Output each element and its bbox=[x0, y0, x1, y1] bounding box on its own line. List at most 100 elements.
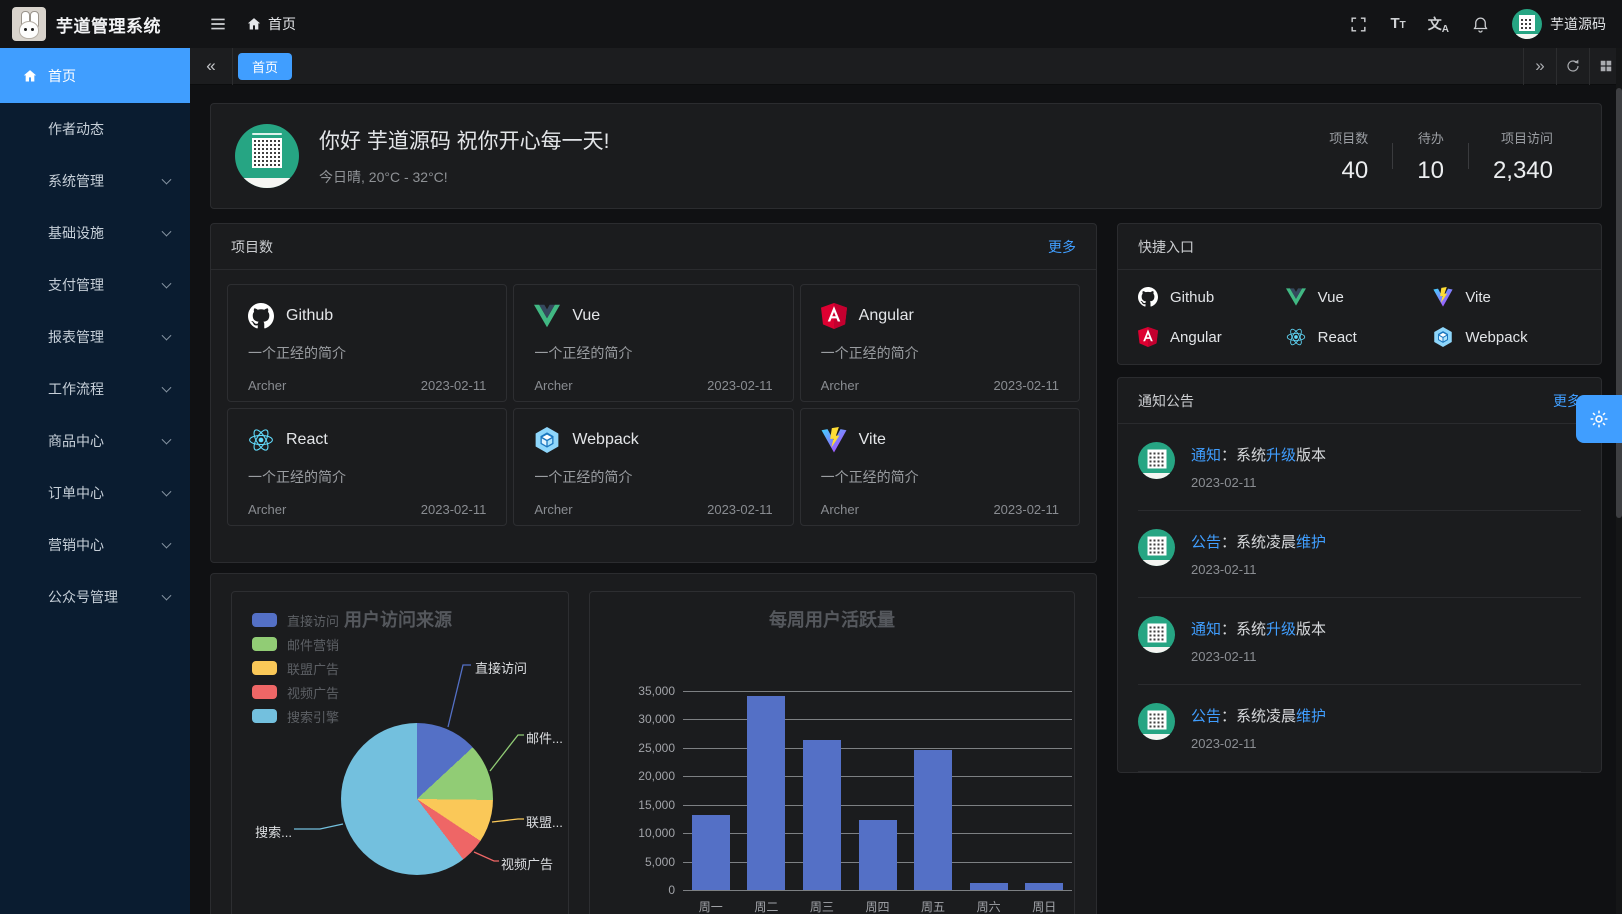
y-axis-tick: 20,000 bbox=[610, 769, 675, 783]
project-footer: Archer2023-02-11 bbox=[248, 502, 486, 517]
sidebar-item-2[interactable]: 作者动态 bbox=[0, 103, 190, 155]
project-author: Archer bbox=[821, 378, 859, 393]
tags-scroll-left-button[interactable]: « bbox=[190, 48, 233, 85]
project-author: Archer bbox=[248, 378, 286, 393]
notice-body: 通知：系统升级版本2023-02-11 bbox=[1191, 616, 1326, 664]
project-description: 一个正经的简介 bbox=[248, 467, 486, 487]
legend-label: 直接访问 bbox=[287, 611, 339, 630]
pie-chart-title: 用户访问来源 bbox=[344, 606, 452, 632]
bar-gridline bbox=[683, 748, 1072, 749]
pie-slice-label: 搜索... bbox=[244, 822, 292, 841]
chevron-down-icon bbox=[162, 487, 172, 497]
notice-item-2[interactable]: 公告：系统凌晨维护2023-02-11 bbox=[1138, 511, 1581, 598]
legend-item-4[interactable]: 视频广告 bbox=[252, 680, 339, 704]
project-card-webpack[interactable]: Webpack一个正经的简介Archer2023-02-11 bbox=[513, 408, 793, 526]
sidebar-item-10[interactable]: 营销中心 bbox=[0, 519, 190, 571]
stat-1: 项目数40 bbox=[1305, 128, 1392, 185]
x-axis-label: 周四 bbox=[865, 898, 889, 914]
sidebar-item-1[interactable]: 首页 bbox=[0, 48, 190, 103]
quick-link-react[interactable]: React bbox=[1286, 322, 1434, 352]
notice-item-3[interactable]: 通知：系统升级版本2023-02-11 bbox=[1138, 598, 1581, 685]
sidebar-item-6[interactable]: 报表管理 bbox=[0, 311, 190, 363]
legend-item-5[interactable]: 搜索引擎 bbox=[252, 704, 339, 728]
sidebar-item-8[interactable]: 商品中心 bbox=[0, 415, 190, 467]
sidebar-item-4[interactable]: 基础设施 bbox=[0, 207, 190, 259]
breadcrumb-item-home[interactable]: 首页 bbox=[268, 14, 296, 34]
pie-chart[interactable] bbox=[341, 723, 493, 875]
quick-link-webpack[interactable]: Webpack bbox=[1433, 322, 1581, 352]
quick-link-github[interactable]: Github bbox=[1138, 282, 1286, 312]
legend-label: 邮件营销 bbox=[287, 635, 339, 654]
notice-title: 公告：系统凌晨维护 bbox=[1191, 531, 1326, 552]
quick-link-label: Angular bbox=[1170, 329, 1222, 346]
pie-legend: 直接访问邮件营销联盟广告视频广告搜索引擎 bbox=[252, 608, 339, 728]
quick-link-vite[interactable]: Vite bbox=[1433, 282, 1581, 312]
github-icon bbox=[248, 303, 274, 329]
notice-title-segment: 升级 bbox=[1266, 621, 1296, 638]
sidebar-item-3[interactable]: 系统管理 bbox=[0, 155, 190, 207]
bar-周一[interactable] bbox=[692, 815, 730, 890]
notice-title: 通知：系统升级版本 bbox=[1191, 618, 1326, 639]
bar-周日[interactable] bbox=[1025, 883, 1063, 890]
project-name: Vue bbox=[572, 307, 600, 325]
project-author: Archer bbox=[534, 502, 572, 517]
projects-more-link[interactable]: 更多 bbox=[1048, 237, 1076, 257]
notice-date: 2023-02-11 bbox=[1191, 475, 1326, 490]
project-card-header: Github bbox=[248, 303, 486, 329]
project-card-react[interactable]: React一个正经的简介Archer2023-02-11 bbox=[227, 408, 507, 526]
legend-item-3[interactable]: 联盟广告 bbox=[252, 656, 339, 680]
bar-周二[interactable] bbox=[747, 696, 785, 890]
theme-settings-button[interactable] bbox=[1576, 395, 1622, 443]
notice-avatar bbox=[1138, 442, 1175, 479]
legend-item-1[interactable]: 直接访问 bbox=[252, 608, 339, 632]
sidebar-item-9[interactable]: 订单中心 bbox=[0, 467, 190, 519]
project-card-github[interactable]: Github一个正经的简介Archer2023-02-11 bbox=[227, 284, 507, 402]
scrollbar-thumb[interactable] bbox=[1616, 88, 1622, 518]
legend-item-2[interactable]: 邮件营销 bbox=[252, 632, 339, 656]
project-author: Archer bbox=[248, 502, 286, 517]
notice-title-segment: 公告 bbox=[1191, 534, 1221, 551]
legend-chip bbox=[252, 637, 277, 651]
project-card-angular[interactable]: Angular一个正经的简介Archer2023-02-11 bbox=[800, 284, 1080, 402]
quick-link-vue[interactable]: Vue bbox=[1286, 282, 1434, 312]
x-axis-label: 周二 bbox=[754, 898, 778, 914]
quick-link-angular[interactable]: Angular bbox=[1138, 322, 1286, 352]
project-card-vite[interactable]: Vite一个正经的简介Archer2023-02-11 bbox=[800, 408, 1080, 526]
user-menu[interactable]: 芋道源码 bbox=[1512, 9, 1606, 39]
project-date: 2023-02-11 bbox=[707, 378, 773, 393]
bell-icon[interactable] bbox=[1471, 15, 1490, 34]
sidebar-item-7[interactable]: 工作流程 bbox=[0, 363, 190, 415]
greeting-stats: 项目数40待办10项目访问2,340 bbox=[1305, 128, 1577, 185]
sidebar-item-label: 系统管理 bbox=[48, 171, 104, 191]
app-title: 芋道管理系统 bbox=[56, 12, 161, 37]
bar-周五[interactable] bbox=[914, 750, 952, 890]
app-logo-area[interactable]: 芋道管理系统 bbox=[0, 0, 190, 48]
notice-title-segment: 版本 bbox=[1296, 447, 1326, 464]
language-icon[interactable]: 文A bbox=[1428, 14, 1449, 35]
bar-周三[interactable] bbox=[803, 740, 841, 890]
y-axis-tick: 35,000 bbox=[610, 684, 675, 698]
y-axis-tick: 5,000 bbox=[610, 855, 675, 869]
fullscreen-icon[interactable] bbox=[1349, 15, 1368, 34]
project-card-vue[interactable]: Vue一个正经的简介Archer2023-02-11 bbox=[513, 284, 793, 402]
notice-title-segment: 维护 bbox=[1296, 534, 1326, 551]
tags-scroll-right-button[interactable]: » bbox=[1523, 48, 1556, 85]
refresh-icon[interactable] bbox=[1556, 48, 1589, 85]
project-card-header: Angular bbox=[821, 303, 1059, 329]
notice-item-1[interactable]: 通知：系统升级版本 2023-02-11 bbox=[1138, 424, 1581, 511]
notice-item-4[interactable]: 公告：系统凌晨维护2023-02-11 bbox=[1138, 685, 1581, 772]
sidebar-item-5[interactable]: 支付管理 bbox=[0, 259, 190, 311]
font-size-icon[interactable]: TT bbox=[1390, 15, 1405, 33]
hamburger-icon[interactable] bbox=[208, 14, 230, 34]
page-scrollbar[interactable] bbox=[1616, 48, 1622, 914]
bar-周四[interactable] bbox=[859, 820, 897, 890]
notice-title: 通知：系统升级版本 bbox=[1191, 444, 1326, 465]
breadcrumb[interactable]: 首页 bbox=[246, 14, 296, 34]
tab-首页[interactable]: 首页 bbox=[238, 53, 292, 80]
stat-value: 10 bbox=[1417, 157, 1444, 185]
project-footer: Archer2023-02-11 bbox=[821, 378, 1059, 393]
sidebar-item-11[interactable]: 公众号管理 bbox=[0, 571, 190, 623]
bar-周六[interactable] bbox=[970, 883, 1008, 890]
projects-panel: 项目数 更多 Github一个正经的简介Archer2023-02-11Vue一… bbox=[210, 223, 1097, 563]
gear-icon bbox=[1588, 408, 1610, 430]
